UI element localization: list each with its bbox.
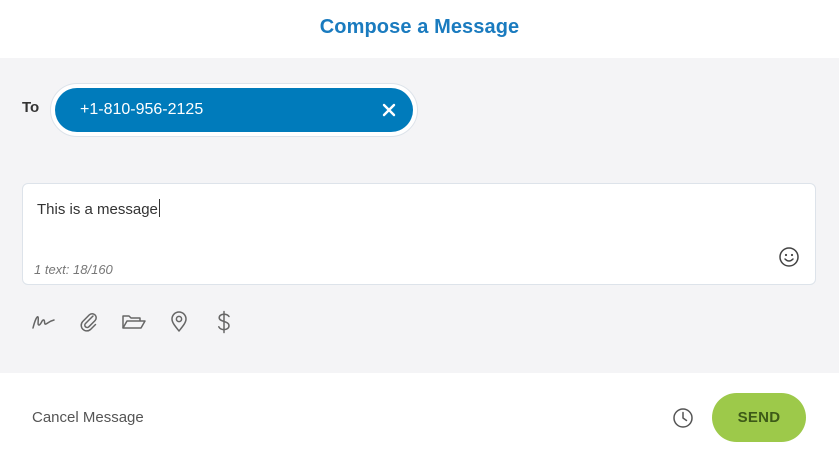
clock-icon[interactable]: [672, 407, 694, 429]
message-text[interactable]: This is a message: [37, 199, 160, 218]
compose-body: To +1-810-956-2125 This is a message 1 t…: [0, 58, 839, 373]
compose-message-dialog: Compose a Message To +1-810-956-2125 Thi…: [0, 0, 839, 454]
paperclip-icon[interactable]: [75, 308, 103, 336]
recipient-field[interactable]: +1-810-956-2125: [50, 83, 418, 137]
message-textarea[interactable]: This is a message 1 text: 18/160: [22, 183, 816, 285]
dialog-footer: Cancel Message SEND: [0, 373, 839, 454]
folder-open-icon[interactable]: [120, 308, 148, 336]
recipient-chip-value: +1-810-956-2125: [80, 101, 204, 118]
text-caret: [158, 199, 160, 217]
dialog-header: Compose a Message: [0, 0, 839, 58]
smiley-icon[interactable]: [778, 246, 800, 268]
message-char-count: 1 text: 18/160: [34, 262, 113, 277]
cancel-message-link[interactable]: Cancel Message: [32, 409, 144, 426]
close-icon[interactable]: [381, 102, 397, 118]
message-toolbar: [30, 308, 255, 336]
send-button[interactable]: SEND: [712, 393, 806, 442]
to-label: To: [22, 99, 40, 116]
signature-icon[interactable]: [30, 308, 58, 336]
dialog-title: Compose a Message: [319, 15, 520, 38]
dollar-icon[interactable]: [210, 308, 238, 336]
recipient-chip[interactable]: +1-810-956-2125: [55, 88, 413, 132]
map-pin-icon[interactable]: [165, 308, 193, 336]
